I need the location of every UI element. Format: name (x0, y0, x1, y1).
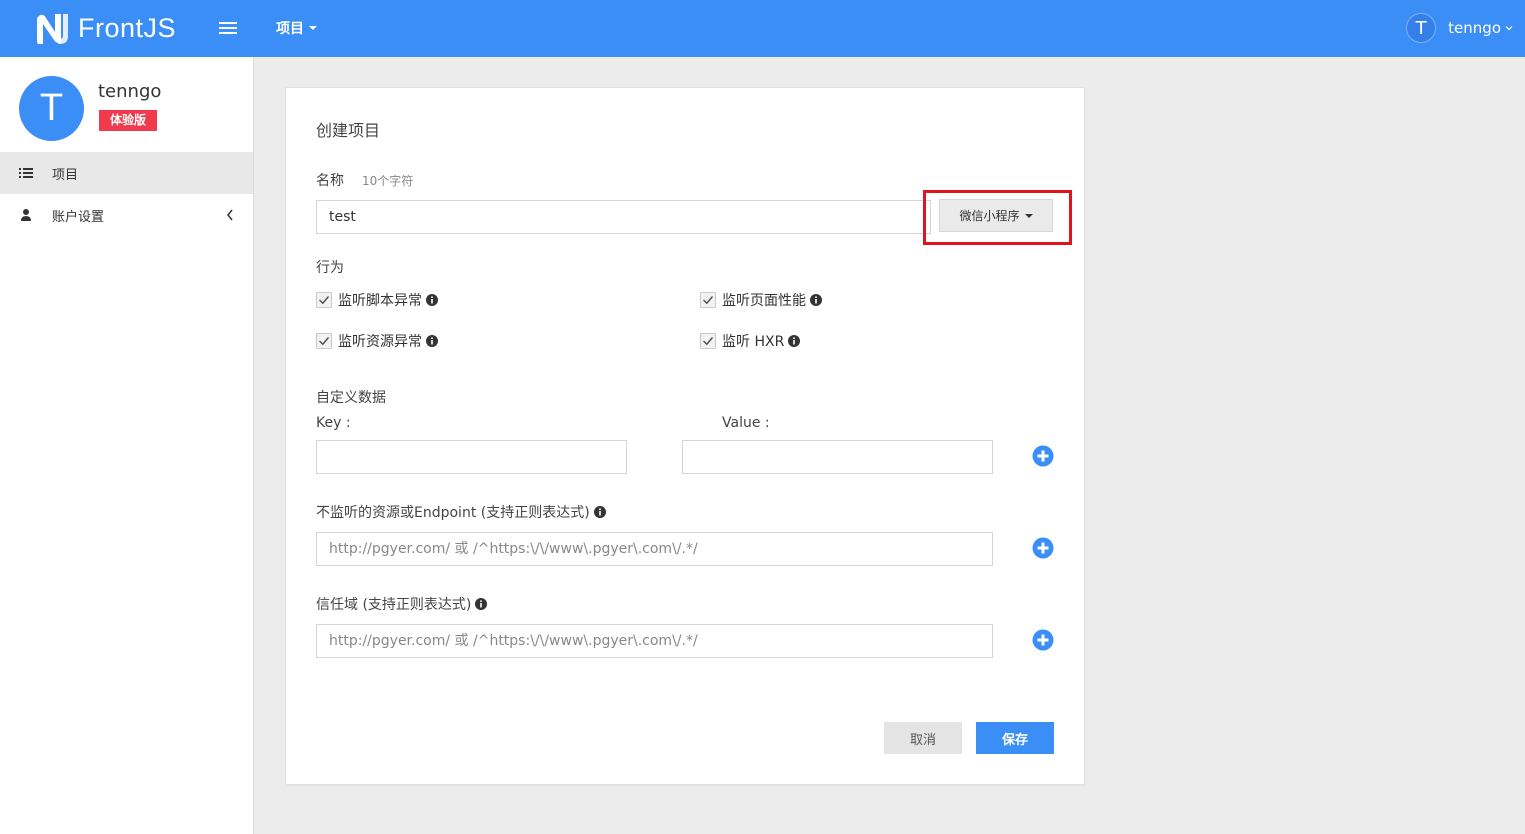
caret-down-icon (309, 26, 317, 30)
checkbox-hxr[interactable]: 监听 HXR (700, 331, 801, 351)
chevron-left-icon (227, 209, 233, 221)
brand-logo[interactable]: FrontJS (34, 10, 176, 46)
custom-data-label: 自定义数据 (316, 390, 386, 406)
checkbox-script-error[interactable]: 监听脚本异常 (316, 290, 438, 310)
sidebar-profile: T tenngo 体验版 (0, 57, 253, 152)
create-project-card: 创建项目 名称 10个字符 微信小程序 行为 监听脚本异常 监听页面性能 监听资… (285, 87, 1085, 785)
info-icon[interactable] (788, 335, 801, 347)
check-icon (703, 296, 714, 305)
ignore-input[interactable] (316, 532, 993, 566)
trust-label-row: 信任域 (支持正则表达式) (316, 594, 488, 614)
user-name: tenngo (1448, 19, 1501, 37)
trust-label: 信任域 (支持正则表达式) (316, 597, 472, 613)
sidebar-item-label: 项目 (52, 168, 79, 183)
frontjs-logo-icon (37, 14, 68, 44)
info-icon[interactable] (593, 506, 606, 518)
checkbox-page-performance[interactable]: 监听页面性能 (700, 290, 822, 310)
project-dropdown[interactable]: 项目 (276, 18, 317, 38)
value-input[interactable] (682, 440, 993, 474)
checkbox[interactable] (316, 333, 332, 349)
platform-type-label: 微信小程序 (959, 209, 1020, 223)
info-icon[interactable] (475, 598, 488, 610)
add-trust-button[interactable] (1032, 629, 1054, 651)
sidebar: T tenngo 体验版 项目 账户设置 (0, 57, 254, 834)
sidebar-item-account-settings[interactable]: 账户设置 (0, 194, 253, 236)
info-icon[interactable] (426, 335, 438, 347)
top-navbar: FrontJS 项目 T tenngo (0, 0, 1525, 57)
ignore-label: 不监听的资源或Endpoint (支持正则表达式) (316, 505, 590, 521)
key-label: Key : (316, 415, 351, 431)
checkbox-label: 监听资源异常 (338, 334, 422, 350)
hamburger-menu-icon[interactable] (219, 19, 237, 37)
check-icon (319, 337, 330, 346)
value-label: Value : (722, 415, 770, 431)
cancel-button[interactable]: 取消 (884, 722, 962, 754)
project-dropdown-label: 项目 (276, 21, 304, 37)
info-icon[interactable] (426, 294, 438, 306)
user-icon (21, 209, 31, 221)
info-icon[interactable] (810, 294, 822, 306)
user-menu[interactable]: T tenngo (1406, 13, 1513, 43)
sidebar-item-projects[interactable]: 项目 (0, 152, 253, 194)
checkbox-label: 监听脚本异常 (338, 293, 422, 309)
behavior-label: 行为 (316, 260, 344, 276)
page-title: 创建项目 (316, 121, 381, 140)
checkbox[interactable] (700, 333, 716, 349)
check-icon (319, 296, 330, 305)
trust-input[interactable] (316, 624, 993, 658)
list-icon (19, 168, 33, 178)
checkbox-label: 监听页面性能 (722, 293, 806, 309)
sidebar-item-label: 账户设置 (52, 210, 105, 225)
brand-name: FrontJS (78, 12, 177, 43)
checkbox[interactable] (700, 292, 716, 308)
user-avatar: T (1406, 13, 1437, 43)
checkbox-label: 监听 HXR (722, 334, 785, 350)
ignore-label-row: 不监听的资源或Endpoint (支持正则表达式) (316, 502, 606, 522)
chevron-down-icon (1505, 26, 1513, 31)
name-label: 名称 (316, 173, 344, 189)
checkbox[interactable] (316, 292, 332, 308)
trial-badge: 体验版 (99, 110, 158, 131)
add-custom-data-button[interactable] (1032, 445, 1054, 467)
name-input[interactable] (316, 200, 931, 234)
add-ignore-button[interactable] (1032, 537, 1054, 559)
check-icon (703, 337, 714, 346)
profile-name: tenngo (98, 81, 162, 102)
checkbox-resource-error[interactable]: 监听资源异常 (316, 331, 438, 351)
save-button[interactable]: 保存 (976, 722, 1054, 754)
key-input[interactable] (316, 440, 627, 474)
caret-down-icon (1024, 213, 1033, 218)
platform-type-dropdown[interactable]: 微信小程序 (939, 199, 1053, 232)
name-hint: 10个字符 (362, 174, 414, 188)
avatar: T (19, 76, 84, 141)
